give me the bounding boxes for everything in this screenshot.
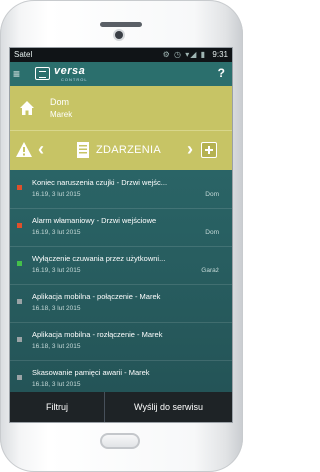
event-list: Koniec naruszenia czujki - Drzwi wejśc..… xyxy=(10,170,232,399)
event-status-icon xyxy=(17,337,22,342)
event-location: Dom xyxy=(205,191,219,198)
speaker-grille xyxy=(100,22,142,27)
app-header: ≡ versa CONTROL ? xyxy=(10,62,232,86)
document-icon xyxy=(77,142,89,158)
clock: 9:31 xyxy=(212,50,228,59)
event-title: Aplikacja mobilna - połączenie - Marek xyxy=(32,292,161,301)
add-button[interactable] xyxy=(201,142,217,158)
event-status-icon xyxy=(17,375,22,380)
event-title: Wyłączenie czuwania przez użytkowni... xyxy=(32,254,166,263)
status-bar: Satel ⚙ ◷ ▾◢ ▮ 9:31 xyxy=(10,48,232,62)
section-navbar: ‹ ZDARZENIA › xyxy=(10,130,232,171)
chevron-left-icon[interactable]: ‹ xyxy=(38,139,44,159)
event-time: 16.19, 3 lut 2015 xyxy=(32,229,81,236)
event-time: 16.18, 3 lut 2015 xyxy=(32,343,81,350)
front-camera xyxy=(115,31,123,39)
event-time: 16.18, 3 lut 2015 xyxy=(32,381,81,388)
event-title: Skasowanie pamięci awarii - Marek xyxy=(32,368,150,377)
location-name: Dom xyxy=(50,97,70,107)
event-status-icon xyxy=(17,223,22,228)
event-status-icon xyxy=(17,299,22,304)
event-row[interactable]: Koniec naruszenia czujki - Drzwi wejśc..… xyxy=(10,170,232,209)
home-icon xyxy=(20,101,34,115)
event-row[interactable]: Wyłączenie czuwania przez użytkowni... 16… xyxy=(10,246,232,285)
event-title: Aplikacja mobilna - rozłączenie - Marek xyxy=(32,330,163,339)
app-logo-subtitle: CONTROL xyxy=(61,77,88,82)
logo-icon xyxy=(35,67,50,80)
event-title: Alarm włamaniowy - Drzwi wejściowe xyxy=(32,216,157,225)
bottom-bar: Filtruj Wyślij do serwisu xyxy=(10,392,232,422)
help-button[interactable]: ? xyxy=(218,66,225,80)
location-user: Marek xyxy=(50,110,73,119)
carrier-label: Satel xyxy=(14,50,33,59)
event-time: 16.19, 3 lut 2015 xyxy=(32,267,81,274)
app-logo: versa xyxy=(54,65,86,77)
event-location: Dom xyxy=(205,229,219,236)
home-button[interactable] xyxy=(100,433,140,449)
event-status-icon xyxy=(17,261,22,266)
event-time: 16.19, 3 lut 2015 xyxy=(32,191,81,198)
send-to-service-button[interactable]: Wyślij do serwisu xyxy=(105,392,232,422)
event-location: Garaż xyxy=(201,267,219,274)
location-panel[interactable]: Dom Marek xyxy=(10,86,232,130)
event-row[interactable]: Alarm włamaniowy - Drzwi wejściowe 16.19,… xyxy=(10,208,232,247)
event-row[interactable]: Aplikacja mobilna - połączenie - Marek 16… xyxy=(10,284,232,323)
event-status-icon xyxy=(17,185,22,190)
section-title: ZDARZENIA xyxy=(96,144,162,156)
warning-icon[interactable] xyxy=(16,142,32,157)
event-title: Koniec naruszenia czujki - Drzwi wejśc..… xyxy=(32,178,168,187)
status-icons: ⚙ ◷ ▾◢ ▮ xyxy=(162,50,206,59)
event-row[interactable]: Aplikacja mobilna - rozłączenie - Marek 1… xyxy=(10,322,232,361)
menu-icon[interactable]: ≡ xyxy=(13,66,20,82)
phone-frame: Satel ⚙ ◷ ▾◢ ▮ 9:31 ≡ versa CONTROL ? Do… xyxy=(0,0,243,472)
event-time: 16.18, 3 lut 2015 xyxy=(32,305,81,312)
chevron-right-icon[interactable]: › xyxy=(187,139,193,159)
filter-button[interactable]: Filtruj xyxy=(10,392,105,422)
screen: Satel ⚙ ◷ ▾◢ ▮ 9:31 ≡ versa CONTROL ? Do… xyxy=(10,48,232,422)
